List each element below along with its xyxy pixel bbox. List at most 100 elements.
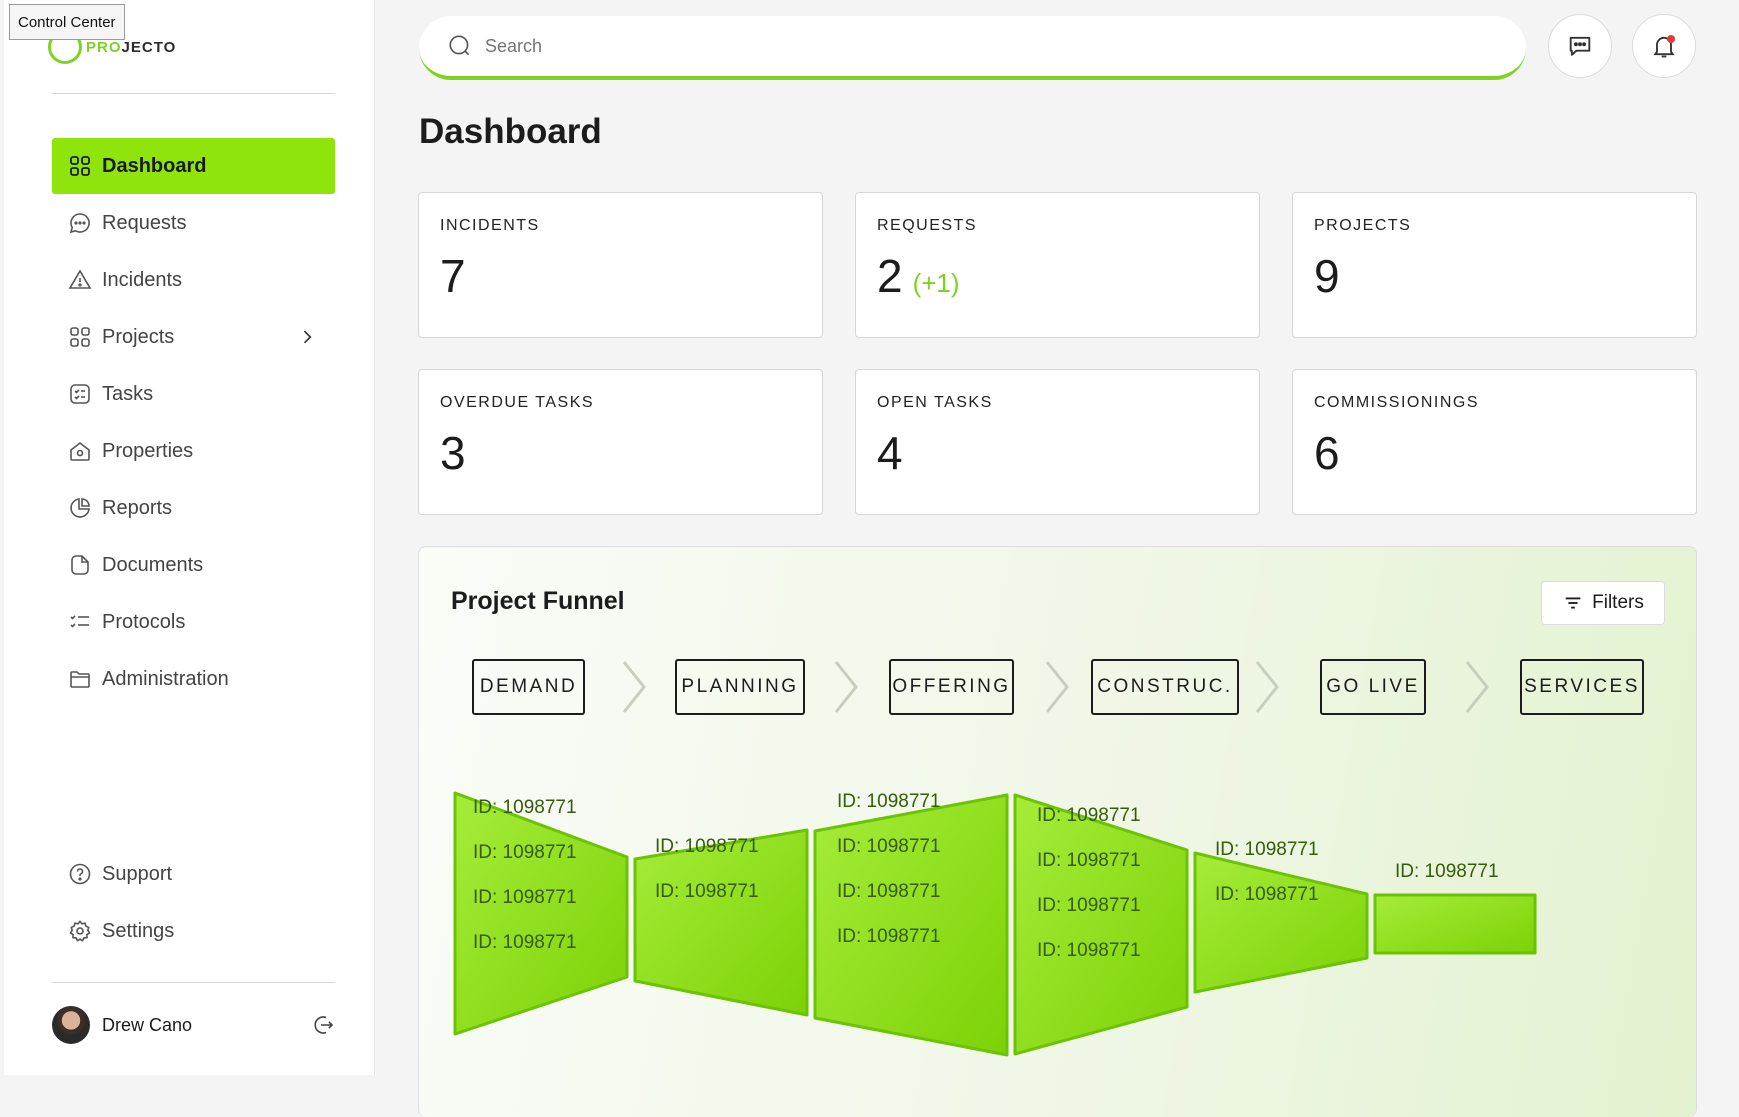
chevron-right-icon	[834, 661, 858, 713]
sidebar-item-label: Documents	[102, 553, 204, 576]
funnel-item-id[interactable]: ID: 1098771	[473, 797, 577, 818]
stat-label: INCIDENTS	[440, 217, 540, 234]
funnel-item-id[interactable]: ID: 1098771	[837, 881, 941, 902]
sidebar-item-reports[interactable]: Reports	[52, 480, 335, 536]
sidebar-item-administration[interactable]: Administration	[52, 651, 335, 707]
stat-value: 9	[1314, 250, 1340, 302]
stage-services[interactable]: SERVICES	[1520, 659, 1644, 715]
stat-card-incidents[interactable]: INCIDENTS 7	[418, 192, 823, 338]
sidebar-item-label: Requests	[102, 211, 187, 234]
funnel-segment[interactable]	[1013, 793, 1189, 1056]
sidebar-item-protocols[interactable]: Protocols	[52, 594, 335, 650]
funnel-item-id[interactable]: ID: 1098771	[1395, 861, 1499, 882]
chevron-right-icon	[1465, 661, 1489, 713]
stat-label: OVERDUE TASKS	[440, 394, 595, 411]
stat-label: PROJECTS	[1314, 217, 1412, 234]
funnel-item-id[interactable]: ID: 1098771	[473, 842, 577, 863]
brand-pro: PRO	[86, 38, 122, 56]
stat-card-open-tasks[interactable]: OPEN TASKS 4	[855, 369, 1260, 515]
stage-demand[interactable]: DEMAND	[472, 659, 585, 715]
document-icon	[68, 553, 92, 577]
sidebar-item-label: Protocols	[102, 610, 186, 633]
house-icon	[68, 439, 92, 463]
sidebar-item-label: Projects	[102, 325, 175, 348]
funnel-segment[interactable]	[453, 791, 629, 1036]
funnel-item-id[interactable]: ID: 1098771	[1037, 805, 1141, 826]
funnel-item-id[interactable]: ID: 1098771	[1215, 839, 1319, 860]
stat-value: 6	[1314, 427, 1340, 479]
sidebar-item-label: Incidents	[102, 268, 183, 291]
checklist-icon	[68, 382, 92, 406]
funnel-item-id[interactable]: ID: 1098771	[837, 926, 941, 947]
funnel-item-id[interactable]: ID: 1098771	[837, 836, 941, 857]
page-title: Dashboard	[419, 112, 602, 151]
sidebar-item-incidents[interactable]: Incidents	[52, 252, 335, 308]
stat-value: 4	[877, 427, 903, 479]
user-name: Drew Cano	[102, 1014, 193, 1035]
stat-label: REQUESTS	[877, 217, 978, 234]
stat-card-requests[interactable]: REQUESTS 2 (+1)	[855, 192, 1260, 338]
funnel-item-id[interactable]: ID: 1098771	[1037, 940, 1141, 961]
notifications-button[interactable]	[1632, 14, 1696, 78]
sidebar-item-tasks[interactable]: Tasks	[52, 366, 335, 422]
sidebar-item-support[interactable]: Support	[52, 846, 335, 902]
sidebar-item-dashboard[interactable]: Dashboard	[52, 138, 335, 194]
stat-card-projects[interactable]: PROJECTS 9	[1292, 192, 1697, 338]
funnel-item-id[interactable]: ID: 1098771	[1215, 884, 1319, 905]
sidebar: PROJECTO Dashboard Requests Incidents Pr…	[4, 0, 375, 1075]
chevron-right-icon	[1255, 661, 1279, 713]
stat-label: OPEN TASKS	[877, 394, 993, 411]
project-funnel-panel: ID: 1098771 ID: 1098771 ID: 1098771 ID: 109…	[418, 546, 1697, 1117]
funnel-item-id[interactable]: ID: 1098771	[473, 932, 577, 953]
stage-construc[interactable]: CONSTRUC.	[1091, 659, 1239, 715]
stat-card-commissionings[interactable]: COMMISSIONINGS 6	[1292, 369, 1697, 515]
filters-label: Filters	[1592, 592, 1644, 613]
chevron-right-icon[interactable]	[297, 327, 317, 347]
sidebar-divider	[52, 93, 335, 94]
funnel-item-id[interactable]: ID: 1098771	[1037, 850, 1141, 871]
messages-button[interactable]	[1548, 14, 1612, 78]
grid-icon	[68, 325, 92, 349]
funnel-item-id[interactable]: ID: 1098771	[1037, 895, 1141, 916]
sidebar-item-projects[interactable]: Projects	[52, 309, 335, 365]
logout-icon[interactable]	[311, 1013, 335, 1037]
filters-button[interactable]: Filters	[1541, 581, 1665, 625]
sidebar-item-settings[interactable]: Settings	[52, 903, 335, 959]
funnel-item-id[interactable]: ID: 1098771	[473, 887, 577, 908]
list-check-icon	[68, 610, 92, 634]
chevron-right-icon	[1045, 661, 1069, 713]
stat-card-overdue-tasks[interactable]: OVERDUE TASKS 3	[418, 369, 823, 515]
sidebar-item-label: Reports	[102, 496, 173, 519]
sidebar-item-documents[interactable]: Documents	[52, 537, 335, 593]
folder-icon	[68, 667, 92, 691]
sidebar-item-label: Administration	[102, 667, 229, 690]
sidebar-item-requests[interactable]: Requests	[52, 195, 335, 251]
control-center-tooltip: Control Center	[9, 4, 125, 40]
funnel-graphic: ID: 1098771 ID: 1098771 ID: 1098771 ID: 109…	[453, 791, 1537, 1057]
sidebar-item-label: Properties	[102, 439, 194, 462]
funnel-segment[interactable]	[1193, 851, 1369, 994]
grid-icon	[68, 154, 92, 178]
search-input[interactable]	[485, 35, 1385, 57]
stage-offering[interactable]: OFFERING	[889, 659, 1014, 715]
stage-planning[interactable]: PLANNING	[675, 659, 805, 715]
funnel-segment[interactable]	[633, 828, 809, 1017]
search-bar[interactable]	[419, 16, 1526, 80]
sidebar-divider	[52, 982, 335, 983]
filter-icon	[1565, 597, 1581, 609]
avatar[interactable]	[52, 1006, 90, 1044]
stat-delta: (+1)	[912, 268, 960, 298]
sidebar-item-label: Support	[102, 862, 173, 885]
funnel-item-id[interactable]: ID: 1098771	[655, 836, 759, 857]
funnel-segment[interactable]	[1373, 893, 1537, 955]
stat-value: 7	[440, 250, 466, 302]
funnel-item-id[interactable]: ID: 1098771	[837, 791, 941, 812]
brand-rest: JECTO	[121, 38, 177, 56]
chat-icon	[68, 211, 92, 235]
sidebar-item-properties[interactable]: Properties	[52, 423, 335, 479]
funnel-segment[interactable]	[813, 793, 1009, 1057]
funnel-item-id[interactable]: ID: 1098771	[655, 881, 759, 902]
stage-go-live[interactable]: GO LIVE	[1320, 659, 1426, 715]
help-icon	[68, 862, 92, 886]
user-profile[interactable]: Drew Cano	[52, 1005, 335, 1045]
